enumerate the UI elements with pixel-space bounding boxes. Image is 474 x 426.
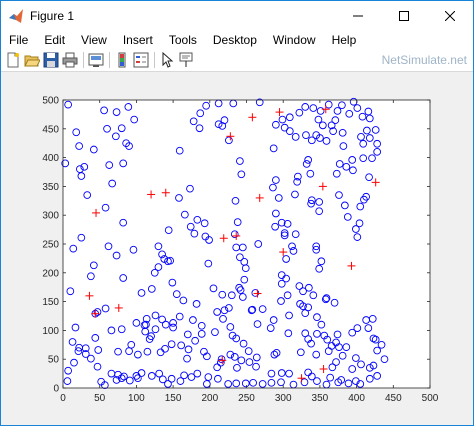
save-icon[interactable] — [43, 52, 59, 68]
x-tick-label: 300 — [275, 393, 292, 404]
figure-toolbar: NetSimulate.net — [1, 49, 473, 72]
minimize-icon — [353, 15, 363, 17]
minimize-button[interactable] — [335, 1, 381, 31]
menu-bar: File Edit View Insert Tools Desktop Wind… — [1, 31, 473, 49]
toolbar-separator — [154, 52, 155, 68]
link-plot-icon[interactable] — [88, 52, 104, 68]
figure-window: Figure 1 File Edit View Insert Tools Des… — [0, 0, 474, 426]
menu-file[interactable]: File — [1, 31, 36, 49]
close-icon — [445, 11, 455, 21]
x-tick-label: 150 — [165, 393, 182, 404]
y-tick-label: 350 — [42, 182, 59, 193]
y-tick-label: 500 — [42, 96, 59, 107]
y-tick-label: 150 — [42, 297, 59, 308]
data-cursor-icon[interactable] — [178, 52, 194, 68]
matlab-app-icon — [9, 9, 23, 23]
x-tick-label: 0 — [60, 393, 66, 404]
title-bar[interactable]: Figure 1 — [1, 1, 473, 31]
y-tick-label: 100 — [42, 326, 59, 337]
menu-help[interactable]: Help — [324, 31, 365, 49]
insert-colorbar-icon[interactable] — [114, 52, 130, 68]
menu-window[interactable]: Window — [265, 31, 324, 49]
y-tick-label: 50 — [48, 355, 60, 366]
edit-plot-arrow-icon[interactable] — [159, 52, 175, 68]
y-tick-label: 0 — [53, 384, 59, 395]
menu-insert[interactable]: Insert — [115, 31, 161, 49]
x-tick-label: 350 — [312, 393, 329, 404]
y-tick-label: 300 — [42, 211, 59, 222]
close-button[interactable] — [427, 1, 473, 31]
y-tick-label: 400 — [42, 153, 59, 164]
x-tick-label: 100 — [128, 393, 145, 404]
x-tick-label: 200 — [201, 393, 218, 404]
menu-desktop[interactable]: Desktop — [205, 31, 265, 49]
toolbar-separator — [83, 52, 84, 68]
maximize-icon — [399, 11, 409, 21]
x-tick-label: 500 — [422, 393, 439, 404]
menu-tools[interactable]: Tools — [161, 31, 205, 49]
print-icon[interactable] — [62, 52, 78, 68]
x-tick-label: 400 — [348, 393, 365, 404]
watermark-text: NetSimulate.net — [381, 53, 467, 67]
open-file-icon[interactable] — [24, 52, 40, 68]
menu-view[interactable]: View — [73, 31, 115, 49]
x-tick-label: 450 — [385, 393, 402, 404]
y-tick-label: 250 — [42, 240, 59, 251]
x-tick-label: 50 — [94, 393, 106, 404]
scatter-plot[interactable]: 0 50 100 150 200 250 300 350 400 450 500 0 50 100 150 2… — [1, 72, 473, 425]
y-tick-label: 200 — [42, 268, 59, 279]
window-title: Figure 1 — [30, 9, 75, 23]
toolbar-separator — [109, 52, 110, 68]
new-figure-icon[interactable] — [5, 52, 21, 68]
maximize-button[interactable] — [381, 1, 427, 31]
insert-legend-icon[interactable] — [133, 52, 149, 68]
x-tick-label: 250 — [238, 393, 255, 404]
y-tick-label: 450 — [42, 124, 59, 135]
menu-edit[interactable]: Edit — [36, 31, 73, 49]
figure-canvas[interactable]: 0 50 100 150 200 250 300 350 400 450 500 0 50 100 150 2… — [1, 72, 473, 425]
